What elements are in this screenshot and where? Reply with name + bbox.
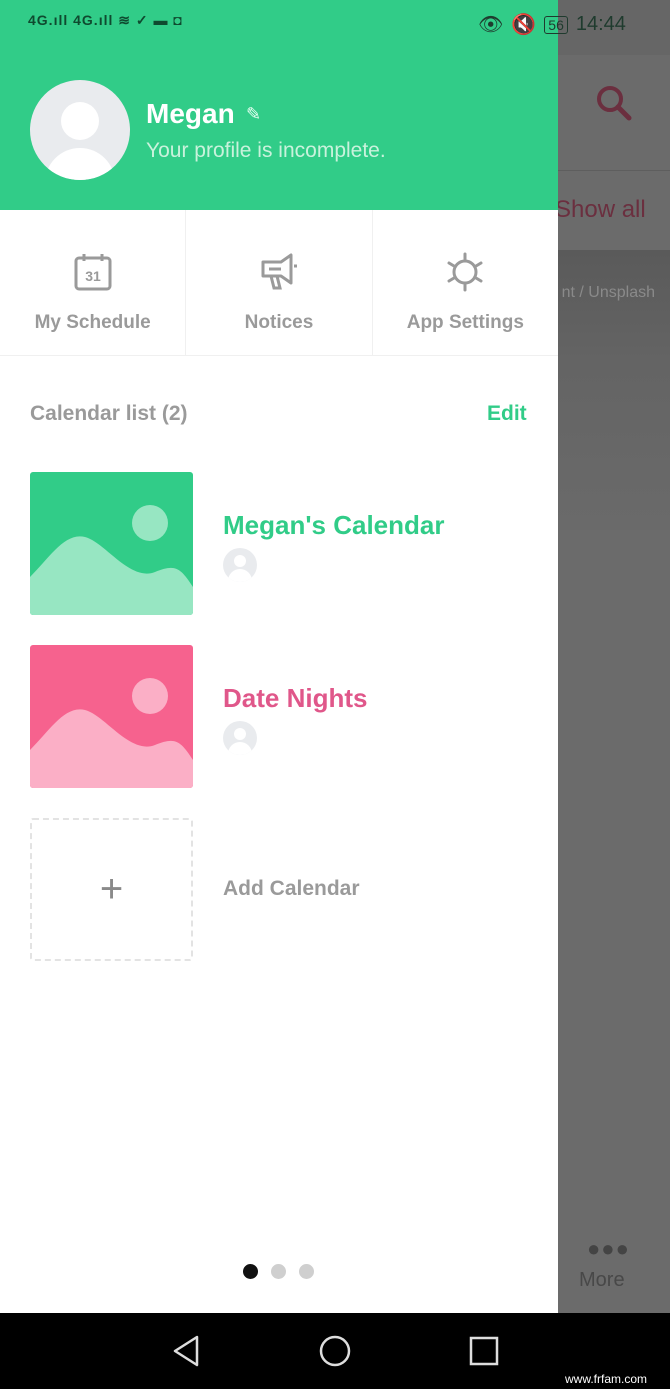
page-dot[interactable] <box>271 1264 286 1279</box>
app-settings-label: App Settings <box>406 312 524 333</box>
eye-icon: 👁 <box>478 14 504 36</box>
page-indicator <box>243 1264 314 1279</box>
profile-subtitle[interactable]: Your profile is incomplete. <box>146 139 386 163</box>
status-right: 👁 🔇 56 14:44 <box>478 12 626 37</box>
my-schedule-button[interactable]: 31 My Schedule <box>0 210 187 355</box>
page-dot-active[interactable] <box>243 1264 258 1279</box>
more-icon[interactable]: ●●● <box>587 1236 630 1262</box>
avatar[interactable] <box>30 80 130 180</box>
back-icon[interactable] <box>168 1333 204 1369</box>
more-tab[interactable]: More <box>579 1269 625 1292</box>
home-icon[interactable] <box>317 1333 353 1369</box>
clock: 14:44 <box>575 13 626 35</box>
show-all-link[interactable]: Show all <box>555 196 646 224</box>
search-icon[interactable] <box>595 84 635 124</box>
calendar-day: 31 <box>85 268 101 284</box>
photo-credit: nt / Unsplash <box>561 284 655 301</box>
calendar-thumbnail[interactable] <box>30 645 193 788</box>
my-schedule-label: My Schedule <box>34 312 151 333</box>
battery-level: 56 <box>544 15 568 34</box>
gear-icon <box>447 252 483 292</box>
divider <box>558 170 670 171</box>
calendar-item-megans-calendar[interactable]: Megan's Calendar <box>223 510 444 541</box>
calendar-item-date-nights[interactable]: Date Nights <box>223 683 367 714</box>
recents-icon[interactable] <box>466 1333 502 1369</box>
page-dot[interactable] <box>299 1264 314 1279</box>
edit-pencil-icon[interactable]: ✎ <box>246 104 261 125</box>
member-avatar <box>223 721 257 755</box>
add-calendar-button[interactable]: + <box>30 818 193 961</box>
add-calendar-label[interactable]: Add Calendar <box>223 877 360 901</box>
edit-button[interactable]: Edit <box>487 402 527 426</box>
profile-name[interactable]: Megan <box>146 98 235 130</box>
megaphone-icon <box>261 253 297 290</box>
calendar-list-title: Calendar list (2) <box>30 402 188 425</box>
calendar-icon: 31 <box>74 254 112 291</box>
status-icons: 4G.ıll 4G.ıll ≋ ✓ ▬ ◘ <box>28 12 183 28</box>
notices-label: Notices <box>244 312 314 333</box>
app-settings-button[interactable]: App Settings <box>373 210 558 355</box>
member-avatar <box>223 548 257 582</box>
quick-actions: 31 My Schedule Notices App Settings <box>0 210 558 356</box>
plus-icon: + <box>99 867 124 911</box>
mute-icon: 🔇 <box>511 14 537 36</box>
calendar-thumbnail[interactable] <box>30 472 193 615</box>
watermark: www.frfam.com <box>565 1372 648 1386</box>
notices-button[interactable]: Notices <box>186 210 373 355</box>
